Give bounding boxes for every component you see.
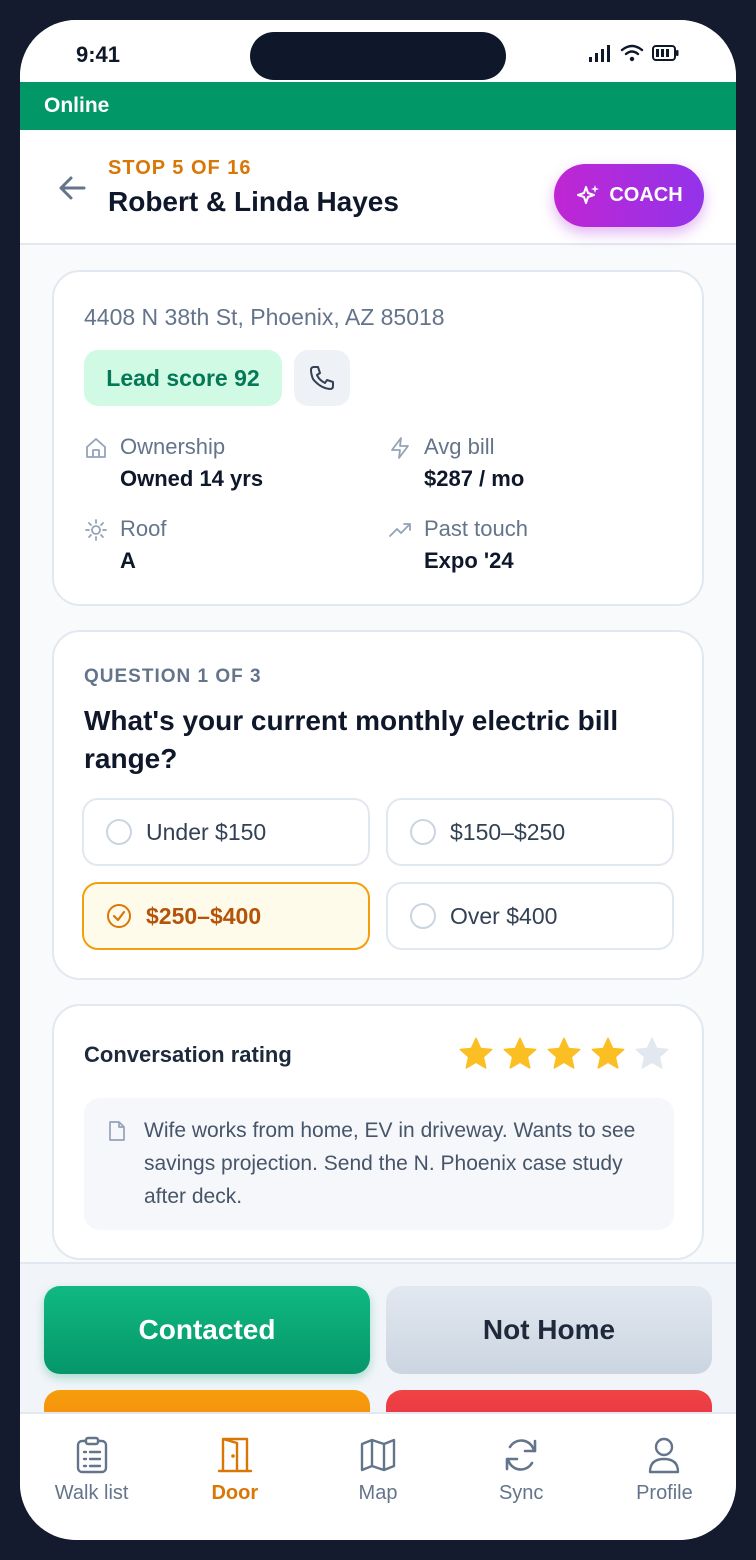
nav-profile[interactable]: Profile (593, 1414, 736, 1540)
stat-label: Ownership (120, 434, 226, 459)
not-home-label: Not Home (482, 1314, 616, 1345)
stat-label: Roof (120, 516, 167, 541)
coach-label: COACH (609, 184, 683, 206)
stop-progress-label: STOP 5 OF 16 (108, 157, 252, 179)
lead-score-badge: Lead score 92 (84, 350, 282, 406)
stop-header: STOP 5 OF 16 Robert & Linda Hayes COACH (20, 130, 736, 245)
document-icon (109, 1121, 125, 1141)
stat-value: A (120, 548, 136, 573)
coach-button[interactable]: COACH (554, 164, 704, 227)
call-button[interactable] (294, 350, 350, 406)
contacted-label: Contacted (138, 1314, 276, 1345)
star-rating (458, 1036, 670, 1072)
nav-sync[interactable]: Sync (450, 1414, 593, 1540)
clipboard-list-icon (76, 1436, 107, 1474)
wifi-icon (620, 44, 644, 62)
answer-option-label: $250–$400 (146, 902, 262, 929)
status-time: 9:41 (76, 42, 121, 67)
note-text: Wife works from home, EV in driveway. Wa… (144, 1119, 636, 1208)
dynamic-island (250, 32, 506, 80)
question-card: QUESTION 1 OF 3 What's your current mont… (52, 630, 704, 980)
answer-option[interactable]: $150–$250 (386, 798, 674, 866)
map-icon (360, 1438, 396, 1472)
lead-info-card: 4408 N 38th St, Phoenix, AZ 85018 Lead s… (52, 270, 704, 606)
not-home-button[interactable]: Not Home (386, 1286, 712, 1374)
lead-name: Robert & Linda Hayes (108, 186, 399, 217)
nav-label: Walk list (54, 1482, 129, 1504)
nav-map[interactable]: Map (306, 1414, 449, 1540)
nav-walk-list[interactable]: Walk list (20, 1414, 163, 1540)
answer-option-selected[interactable]: $250–$400 (82, 882, 370, 950)
door-icon (217, 1437, 252, 1473)
stat-label: Avg bill (424, 434, 495, 459)
answer-option-label: Under $150 (146, 818, 267, 845)
radio-icon (410, 903, 436, 929)
question-text: What's your current monthly electric bil… (84, 705, 619, 774)
battery-icon (652, 45, 679, 61)
nav-label: Door (211, 1482, 259, 1504)
question-counter: QUESTION 1 OF 3 (84, 666, 262, 687)
status-icons (588, 44, 680, 62)
star-filled-icon[interactable] (502, 1036, 538, 1072)
sparkles-icon (577, 184, 600, 204)
online-status-text: Online (44, 94, 110, 117)
stat-value: Expo '24 (424, 548, 514, 573)
rating-card: Conversation rating Wife works from home… (52, 1004, 704, 1260)
home-icon (86, 438, 106, 458)
visit-note[interactable]: Wife works from home, EV in driveway. Wa… (84, 1098, 674, 1230)
trending-up-icon (389, 523, 411, 537)
online-status-banner: Online (20, 82, 736, 130)
check-circle-icon (107, 904, 131, 928)
rating-label: Conversation rating (84, 1042, 292, 1067)
radio-icon (106, 819, 132, 845)
star-empty-icon[interactable] (634, 1036, 670, 1072)
bottom-nav: Walk list Door Map Sync Profile (20, 1412, 736, 1540)
answer-option-label: $150–$250 (450, 818, 566, 845)
radio-icon (410, 819, 436, 845)
sun-icon (85, 519, 107, 541)
phone-icon (310, 366, 334, 390)
back-button[interactable] (54, 170, 90, 206)
answer-option[interactable]: Over $400 (386, 882, 674, 950)
stat-label: Past touch (424, 516, 528, 541)
answer-option[interactable]: Under $150 (82, 798, 370, 866)
arrow-left-icon (59, 176, 86, 200)
nav-label: Sync (498, 1482, 544, 1504)
answer-option-label: Over $400 (450, 902, 558, 929)
lightning-icon (391, 437, 409, 459)
star-filled-icon[interactable] (546, 1036, 582, 1072)
star-filled-icon[interactable] (458, 1036, 494, 1072)
status-bar: 9:41 (20, 20, 736, 82)
user-icon (649, 1437, 680, 1474)
stat-value: $287 / mo (424, 466, 525, 491)
contacted-button[interactable]: Contacted (44, 1286, 370, 1374)
nav-label: Map (358, 1482, 398, 1504)
phone-screen: 9:41 Online STOP 5 OF 16 Robert & Linda … (20, 20, 736, 1540)
stat-value: Owned 14 yrs (120, 466, 264, 491)
sync-icon (505, 1439, 537, 1471)
nav-door[interactable]: Door (163, 1414, 306, 1540)
lead-address: 4408 N 38th St, Phoenix, AZ 85018 (84, 304, 445, 330)
nav-label: Profile (636, 1482, 693, 1504)
signal-icon (589, 45, 610, 62)
star-filled-icon[interactable] (590, 1036, 626, 1072)
